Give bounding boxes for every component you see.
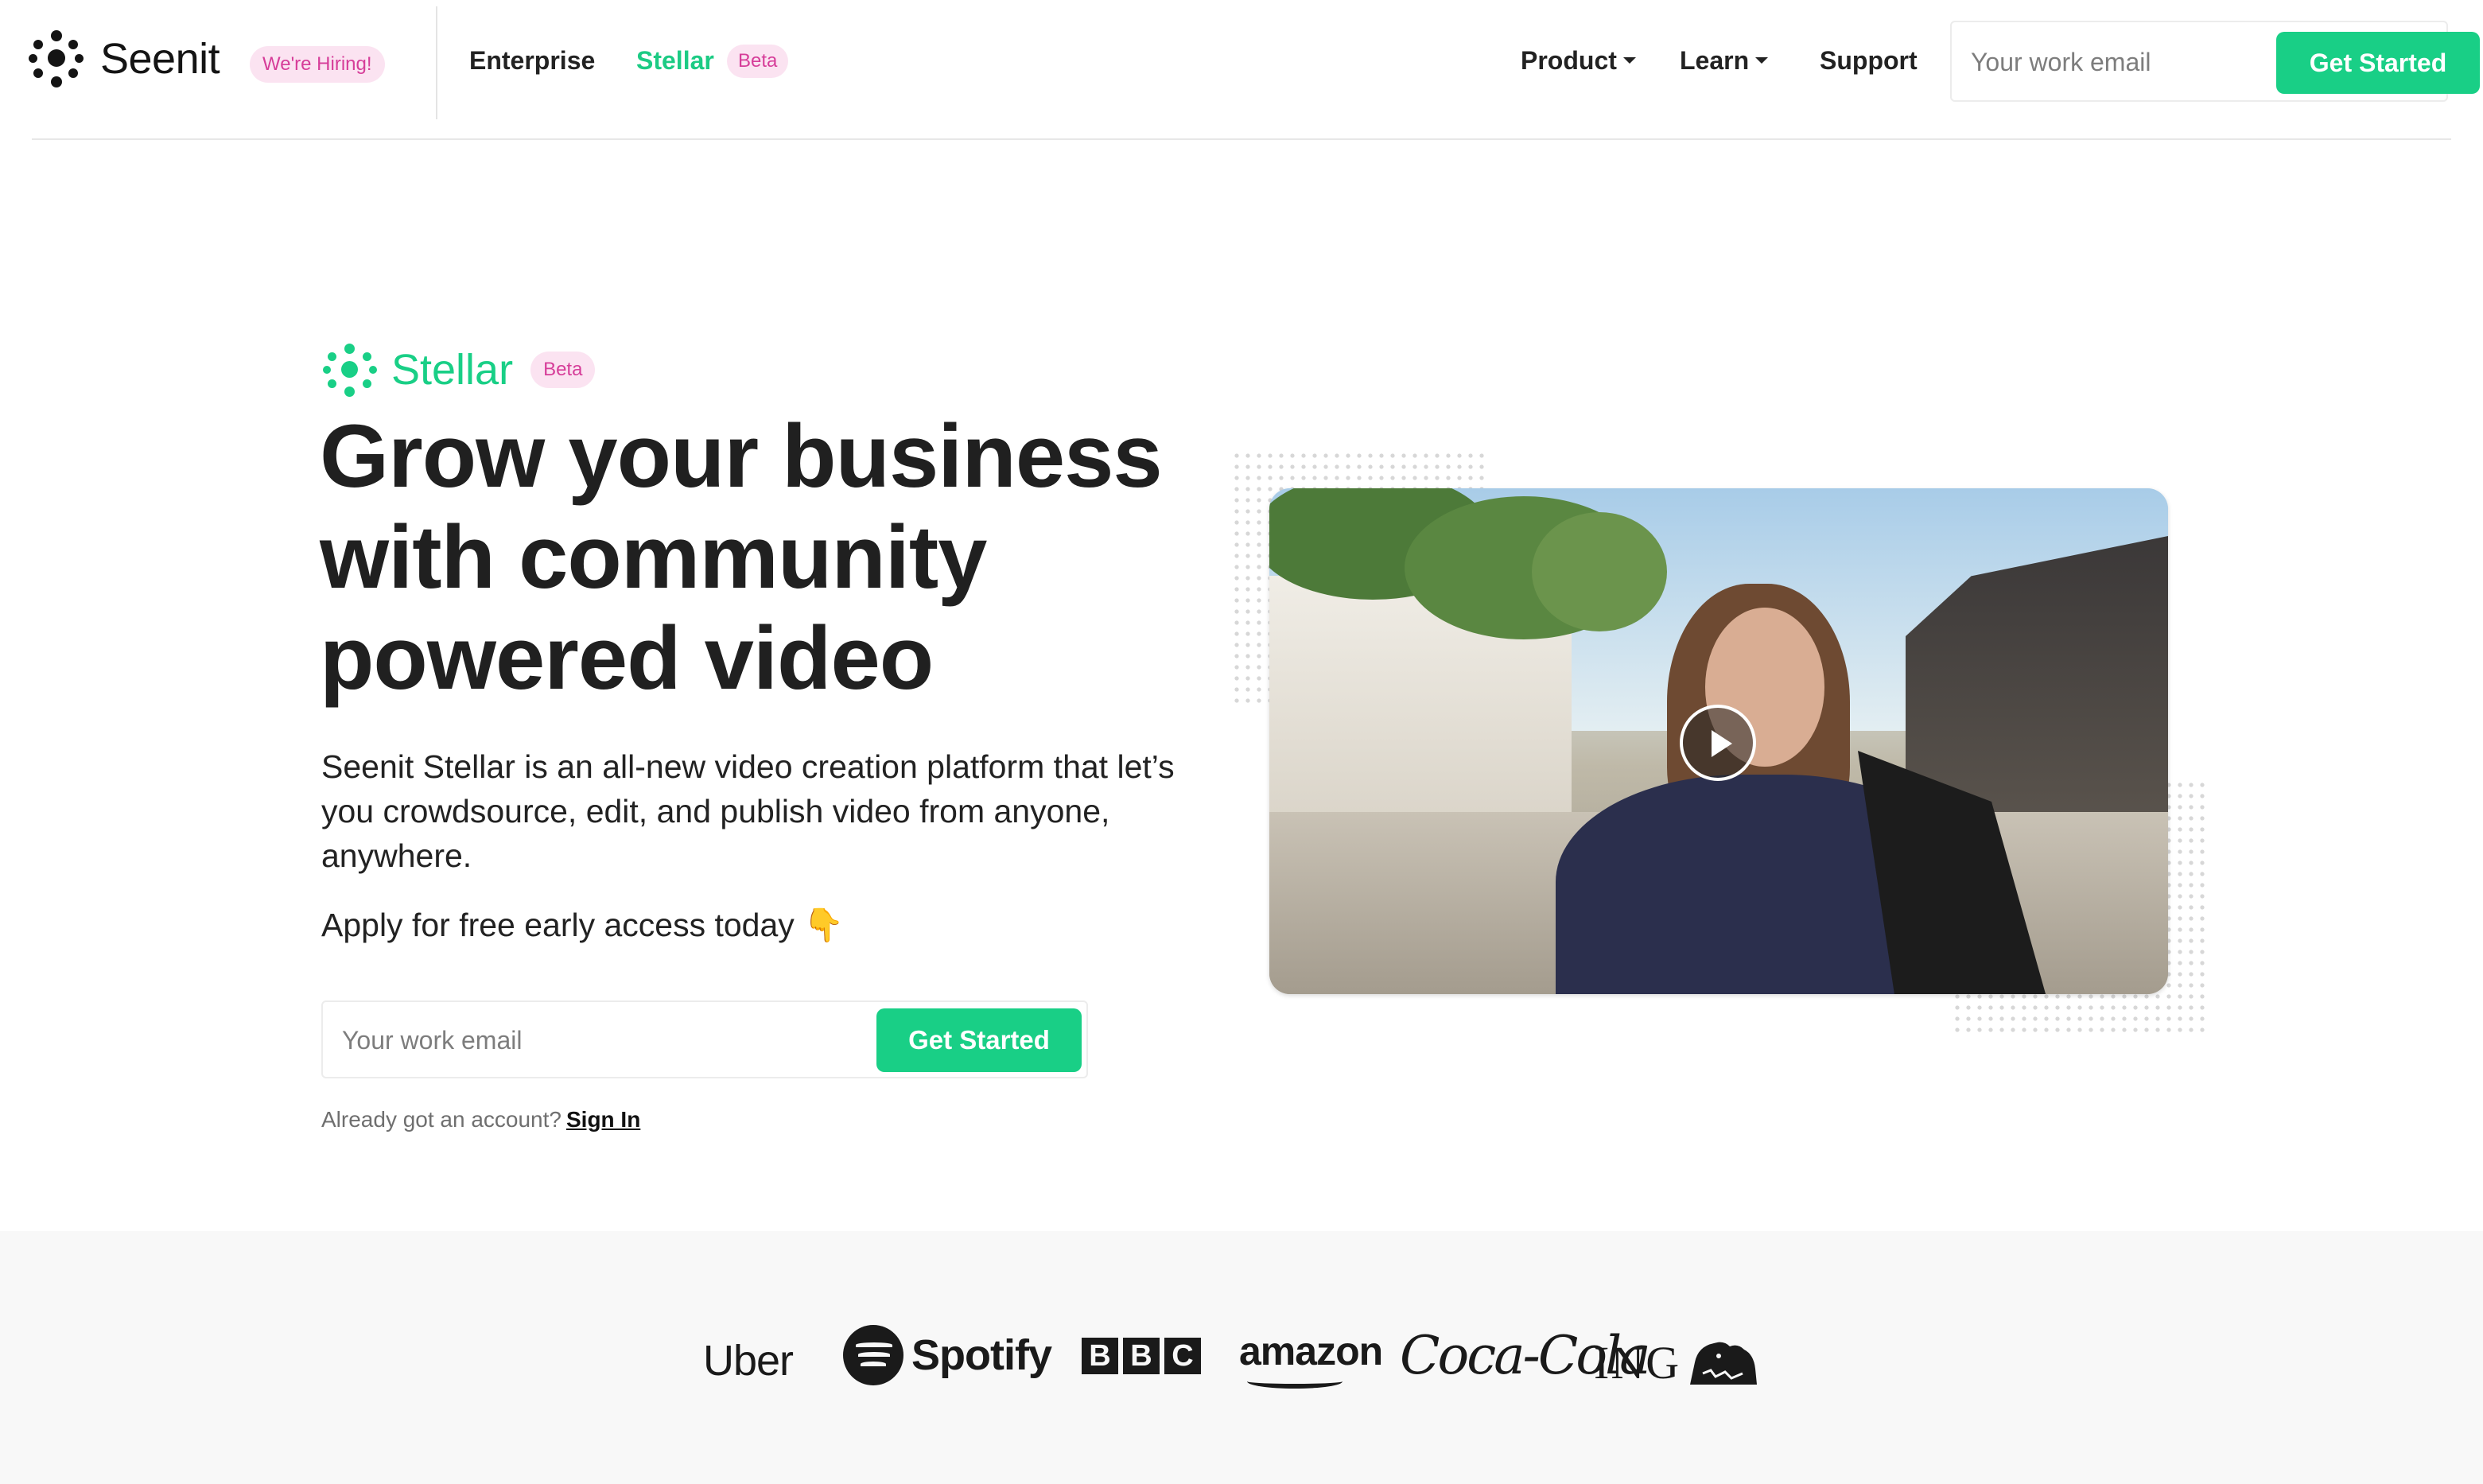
hiring-badge[interactable]: We're Hiring! [250, 46, 385, 83]
hero-get-started-button[interactable]: Get Started [876, 1008, 1082, 1072]
top-nav: Seenit We're Hiring! Enterprise Stellar … [29, 0, 2480, 140]
spotify-wordmark: Spotify [911, 1331, 1052, 1379]
stellar-beta-badge: Beta [727, 45, 789, 78]
chevron-down-icon [1755, 56, 1769, 64]
lion-icon [1690, 1342, 1758, 1385]
customer-logos: Uber Spotify B B C amazon Coca-Cola ING [0, 1231, 2483, 1484]
seenit-dots-icon [29, 30, 84, 87]
bbc-letter: B [1123, 1338, 1160, 1374]
nav-email-input[interactable]: Your work email [1971, 48, 2151, 77]
bbc-letter: B [1082, 1338, 1118, 1374]
nav-learn-label: Learn [1680, 46, 1750, 75]
seenit-logo[interactable]: Seenit [29, 30, 220, 87]
bbc-letter: C [1164, 1338, 1201, 1374]
brand-name: Seenit [100, 35, 220, 83]
hero-signup-form: Your work email Get Started [321, 1000, 1088, 1078]
play-icon[interactable] [1680, 705, 1756, 781]
ing-wordmark: ING [1594, 1337, 1681, 1389]
hero-headline: Grow your business with community powere… [320, 406, 1163, 708]
thumbnail-tree [1532, 512, 1667, 631]
nav-product-label: Product [1521, 46, 1617, 75]
nav-link-learn[interactable]: Learn [1680, 46, 1769, 76]
nav-link-product[interactable]: Product [1521, 46, 1636, 76]
hero-subtitle: Seenit Stellar is an all-new video creat… [321, 748, 1175, 874]
nav-link-enterprise[interactable]: Enterprise [469, 46, 595, 76]
stellar-dots-icon [323, 344, 377, 397]
already-account-text: Already got an account? [321, 1107, 561, 1132]
ing-logo: ING [1594, 1336, 1758, 1389]
stellar-brand: Stellar Beta [323, 344, 596, 397]
hero-email-input[interactable]: Your work email [342, 1026, 522, 1055]
already-account: Already got an account? Sign In [321, 1107, 640, 1132]
stellar-name: Stellar [391, 346, 514, 394]
sign-in-link[interactable]: Sign In [566, 1107, 640, 1132]
stellar-beta-badge: Beta [530, 352, 596, 388]
amazon-smile-icon [1247, 1374, 1343, 1389]
uber-logo: Uber [703, 1337, 794, 1385]
video-player[interactable] [1269, 488, 2168, 994]
amazon-logo: amazon [1239, 1328, 1383, 1389]
spotify-icon [843, 1325, 903, 1385]
nav-signup-form: Your work email Get Started [1950, 21, 2480, 102]
nav-link-support[interactable]: Support [1820, 46, 1918, 76]
nav-get-started-button[interactable]: Get Started [2276, 32, 2480, 94]
chevron-down-icon [1622, 56, 1636, 64]
amazon-wordmark: amazon [1239, 1329, 1383, 1373]
apply-text: Apply for free early access today 👇 [321, 907, 845, 943]
nav-link-stellar[interactable]: Stellar [636, 46, 714, 76]
spotify-logo: Spotify [843, 1325, 1052, 1385]
nav-divider [436, 6, 437, 119]
bbc-logo: B B C [1082, 1338, 1206, 1374]
